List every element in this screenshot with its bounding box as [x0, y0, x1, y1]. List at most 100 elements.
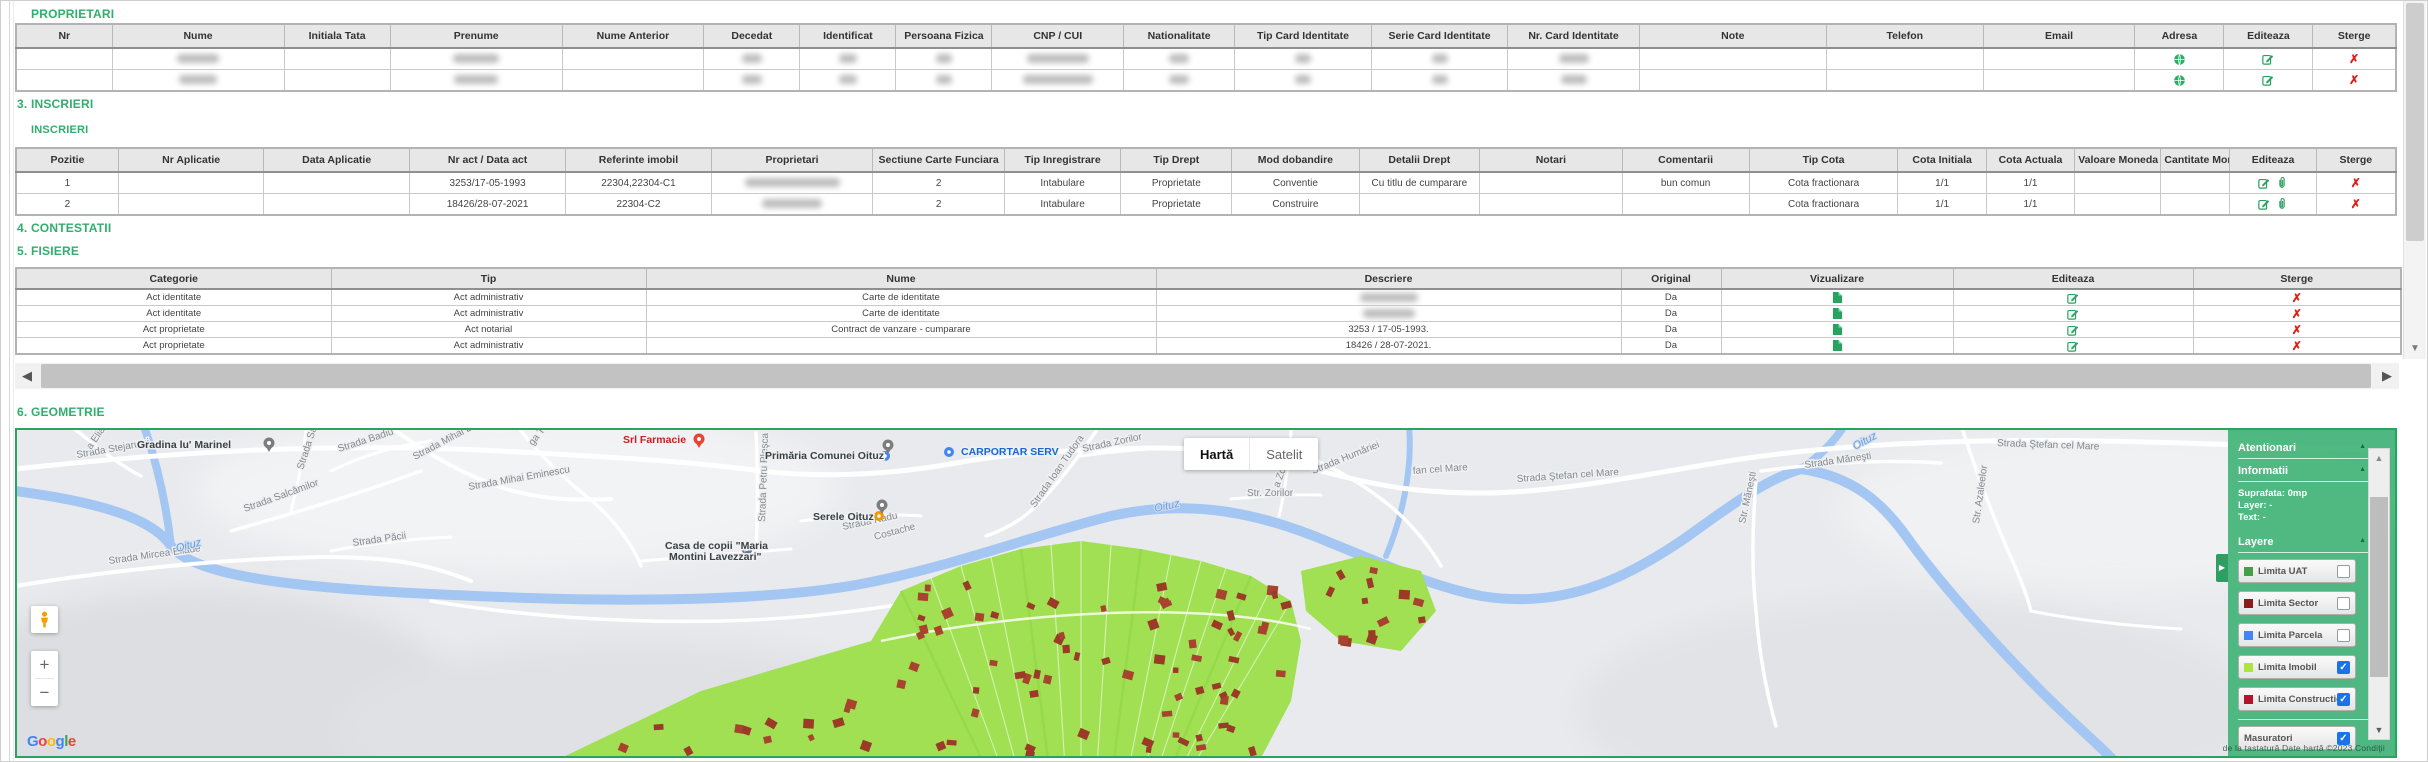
layer-checkbox[interactable]: ✓ — [2337, 693, 2350, 706]
edit-icon[interactable] — [2262, 53, 2274, 65]
layer-item-limita-imobil[interactable]: Limita Imobil✓ — [2238, 655, 2356, 679]
table-cell — [1639, 48, 1826, 70]
table-header-row: PozitieNr AplicatieData AplicatieNr act … — [16, 148, 2396, 172]
layer-label: Limita Parcela — [2258, 630, 2322, 641]
edit-icon[interactable] — [2067, 324, 2079, 336]
action-cell — [2135, 70, 2224, 92]
map-type-satellite-button[interactable]: Satelit — [1249, 438, 1318, 470]
table-cell — [16, 48, 112, 70]
panel-divider — [2238, 458, 2368, 459]
table-cell: Cu titlu de cumparare — [1359, 172, 1480, 194]
table-cell — [992, 48, 1123, 70]
delete-icon[interactable]: ✗ — [2351, 198, 2361, 210]
edit-icon[interactable] — [2262, 74, 2274, 86]
scroll-down-icon[interactable]: ▼ — [2404, 339, 2426, 359]
table-cell — [1983, 48, 2135, 70]
table-cell: 18426/28-07-2021 — [409, 194, 565, 216]
attachment-icon[interactable] — [2276, 198, 2288, 210]
attachment-icon[interactable] — [2276, 177, 2288, 189]
view-file-icon[interactable] — [1832, 291, 1843, 304]
map-canvas[interactable]: Strada Stejaruluia EliadeStrada Mircea E… — [15, 428, 2397, 758]
table-cell — [646, 338, 1156, 355]
poi-marker[interactable]: CARPORTAR SERV — [944, 446, 1059, 458]
view-file-icon[interactable] — [1832, 339, 1843, 352]
edit-icon[interactable] — [2067, 292, 2079, 304]
layer-item-limita-parcela[interactable]: Limita Parcela — [2238, 623, 2356, 647]
panel-collapse-icon[interactable]: ▶ — [2216, 554, 2228, 582]
action-cell — [2224, 48, 2313, 70]
collapse-arrow-icon[interactable]: ▲ — [2359, 443, 2366, 450]
poi-label: Montini Lavezzari" — [669, 551, 762, 563]
table-cell: Intabulare — [1004, 194, 1120, 216]
delete-icon[interactable]: ✗ — [2349, 53, 2359, 65]
view-file-icon[interactable] — [1832, 307, 1843, 320]
collapse-arrow-icon[interactable]: ▲ — [2359, 537, 2366, 544]
panel-section-informatii[interactable]: Informatii▲ — [2238, 465, 2368, 477]
delete-icon[interactable]: ✗ — [2292, 340, 2302, 352]
layer-item-limita-sector[interactable]: Limita Sector — [2238, 591, 2356, 615]
poi-label: Primăria Comunei Oituz — [765, 450, 884, 462]
address-globe-icon[interactable] — [2173, 74, 2186, 87]
layer-checkbox[interactable]: ✓ — [2337, 661, 2350, 674]
redacted-value — [177, 54, 219, 63]
horizontal-scroll-thumb[interactable] — [41, 364, 2371, 388]
panel-scroll-down-icon[interactable]: ▼ — [2369, 725, 2389, 735]
table-cell: 2 — [873, 172, 1005, 194]
delete-icon[interactable]: ✗ — [2292, 308, 2302, 320]
table-cell — [112, 70, 284, 92]
scroll-right-icon[interactable]: ▶ — [2375, 363, 2399, 389]
panel-section-layere[interactable]: Layere▲ — [2238, 536, 2368, 548]
pegman-button[interactable] — [31, 606, 58, 633]
table-cell: Conventie — [1232, 172, 1359, 194]
panel-scroll-up-icon[interactable]: ▲ — [2369, 453, 2389, 463]
layer-checkbox[interactable] — [2337, 629, 2350, 642]
table-cell — [264, 194, 410, 216]
table-cell — [390, 70, 562, 92]
redacted-value — [936, 54, 952, 63]
tables-vertical-scrollbar[interactable]: ▼ — [2403, 1, 2426, 359]
layer-label: Limita Sector — [2258, 598, 2318, 609]
collapse-arrow-icon[interactable]: ▲ — [2359, 466, 2366, 473]
table-cell: Construire — [1232, 194, 1359, 216]
scroll-left-icon[interactable]: ◀ — [15, 363, 39, 389]
edit-icon[interactable] — [2067, 340, 2079, 352]
layer-checkbox[interactable] — [2337, 597, 2350, 610]
column-header: Proprietari — [711, 148, 873, 172]
map-graphics[interactable]: Strada Stejaruluia EliadeStrada Mircea E… — [17, 430, 2395, 756]
delete-icon[interactable]: ✗ — [2292, 324, 2302, 336]
layer-item-limita-constructie[interactable]: Limita Constructie✓ — [2238, 687, 2356, 711]
layer-item-limita-uat[interactable]: Limita UAT — [2238, 559, 2356, 583]
poi-marker[interactable]: Primăria Comunei Oituz — [765, 450, 890, 462]
panel-scroll-thumb[interactable] — [2370, 497, 2388, 677]
panel-info-line: Layer: - — [2238, 500, 2368, 511]
edit-icon[interactable] — [2258, 177, 2270, 189]
delete-icon[interactable]: ✗ — [2351, 177, 2361, 189]
delete-icon[interactable]: ✗ — [2292, 292, 2302, 304]
panel-section-atentionari[interactable]: Atentionari▲ — [2238, 442, 2368, 454]
column-header: Cantitate Moneda — [2161, 148, 2230, 172]
redacted-value — [742, 75, 762, 84]
view-file-icon[interactable] — [1832, 323, 1843, 336]
vertical-scroll-thumb[interactable] — [2406, 3, 2424, 241]
table-cell — [284, 70, 390, 92]
redacted-value — [1295, 54, 1311, 63]
zoom-in-button[interactable]: + — [31, 651, 58, 678]
delete-icon[interactable]: ✗ — [2349, 74, 2359, 86]
column-header: Sterge — [2193, 268, 2401, 289]
edit-icon[interactable] — [2067, 308, 2079, 320]
zoom-out-button[interactable]: − — [31, 679, 58, 706]
map-type-map-button[interactable]: Hartă — [1184, 438, 1249, 470]
tables-horizontal-scrollbar[interactable]: ◀ ▶ — [15, 363, 2399, 389]
google-logo[interactable]: Google — [27, 733, 76, 750]
layer-checkbox[interactable] — [2337, 565, 2350, 578]
poi-marker[interactable]: Casa de copii "MariaMontini Lavezzari" — [665, 540, 768, 563]
redacted-value — [1559, 54, 1589, 63]
table-cell — [1826, 70, 1983, 92]
panel-divider — [2238, 481, 2368, 482]
poi-marker[interactable]: Serele Oituz — [813, 511, 884, 523]
column-header: Tip — [331, 268, 646, 289]
column-header: Comentarii — [1622, 148, 1749, 172]
edit-icon[interactable] — [2258, 198, 2270, 210]
panel-scrollbar[interactable]: ▲ ▼ — [2368, 448, 2390, 740]
address-globe-icon[interactable] — [2173, 53, 2186, 66]
